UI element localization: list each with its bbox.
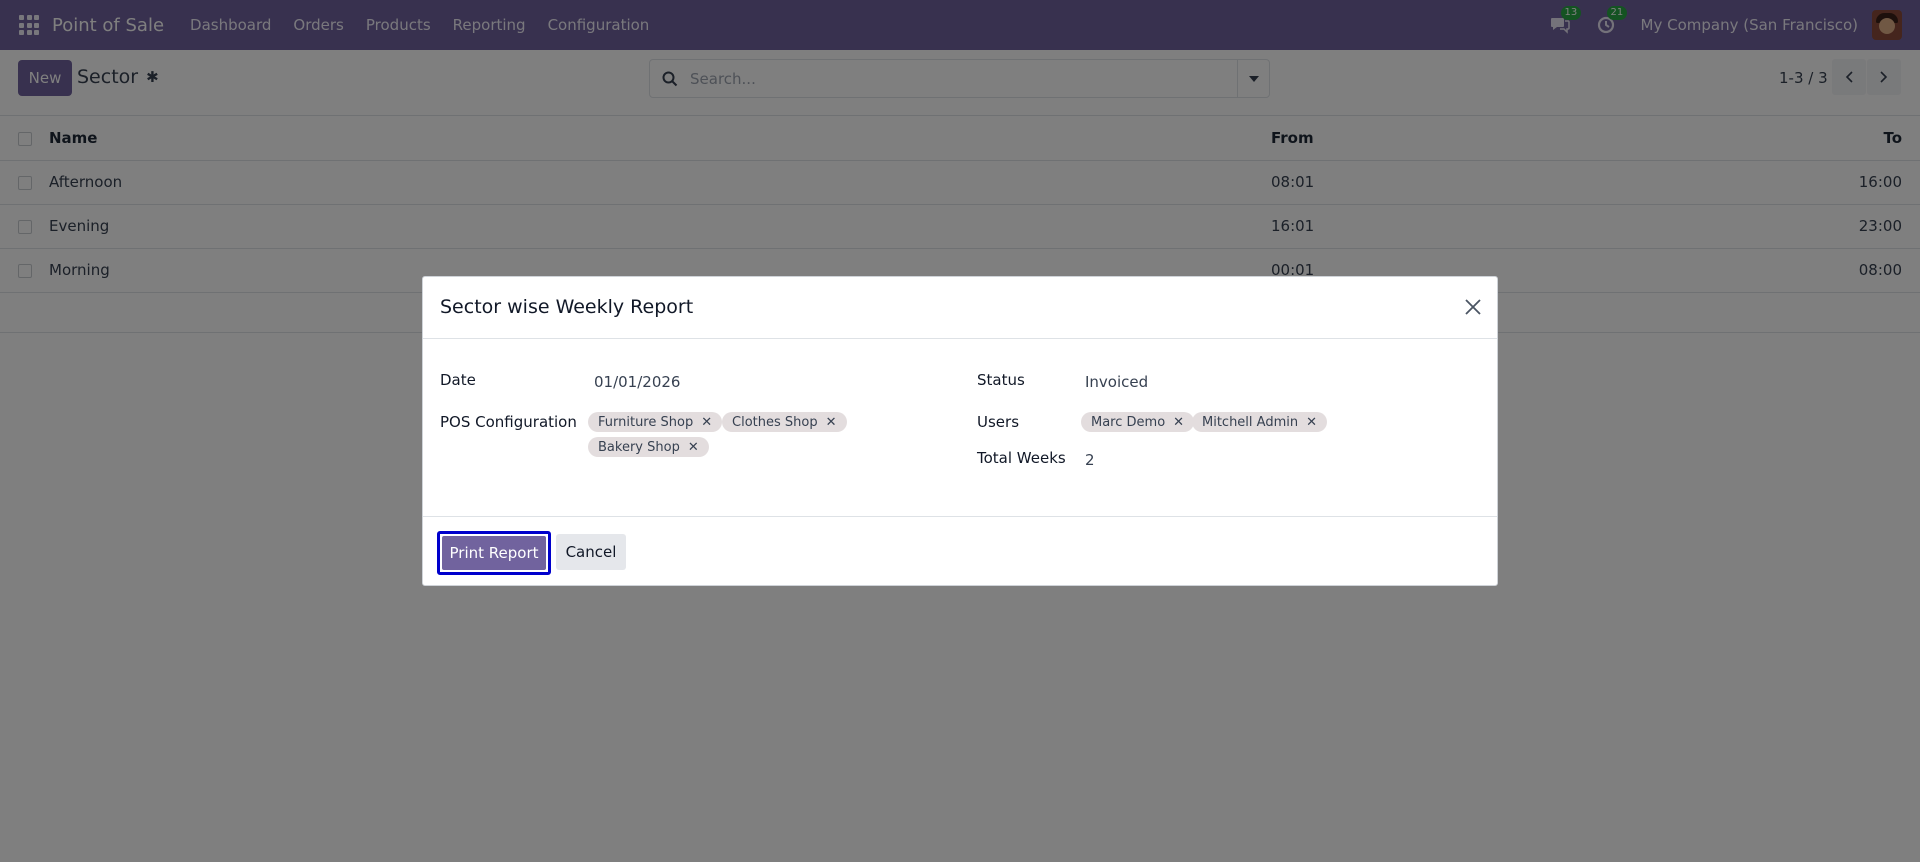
total-weeks-field[interactable]: 2 xyxy=(1085,451,1095,469)
tag-remove-icon[interactable]: ✕ xyxy=(826,415,837,430)
status-field[interactable]: Invoiced xyxy=(1085,373,1148,391)
users-label: Users xyxy=(977,413,1020,431)
close-icon[interactable] xyxy=(1463,297,1483,317)
tag-label: Clothes Shop xyxy=(732,414,818,430)
tag-remove-icon[interactable]: ✕ xyxy=(688,440,699,455)
tag-label: Furniture Shop xyxy=(598,414,694,430)
tag-mitchell-admin: Mitchell Admin ✕ xyxy=(1192,412,1328,432)
dialog-header: Sector wise Weekly Report xyxy=(423,277,1497,339)
tag-bakery-shop: Bakery Shop ✕ xyxy=(588,437,709,457)
cancel-button[interactable]: Cancel xyxy=(556,534,626,570)
dialog-footer: Print Report Cancel xyxy=(423,517,1497,585)
date-field[interactable]: 01/01/2026 xyxy=(594,373,680,391)
print-report-label: Print Report xyxy=(442,536,546,570)
tag-remove-icon[interactable]: ✕ xyxy=(1306,415,1317,430)
tag-marc-demo: Marc Demo ✕ xyxy=(1081,412,1195,432)
status-label: Status xyxy=(977,371,1025,389)
print-report-button[interactable]: Print Report xyxy=(437,531,551,575)
tag-furniture-shop: Furniture Shop ✕ xyxy=(588,412,723,432)
tag-label: Bakery Shop xyxy=(598,439,680,455)
report-dialog: Sector wise Weekly Report Date 01/01/202… xyxy=(422,276,1498,586)
dialog-title: Sector wise Weekly Report xyxy=(440,296,694,318)
tag-remove-icon[interactable]: ✕ xyxy=(1173,415,1184,430)
tag-clothes-shop: Clothes Shop ✕ xyxy=(722,412,847,432)
date-label: Date xyxy=(440,371,476,389)
dialog-body: Date 01/01/2026 POS Configuration Furnit… xyxy=(423,339,1497,517)
pos-configuration-label: POS Configuration xyxy=(440,413,577,431)
tag-remove-icon[interactable]: ✕ xyxy=(701,415,712,430)
tag-label: Mitchell Admin xyxy=(1202,414,1299,430)
total-weeks-label: Total Weeks xyxy=(977,449,1066,467)
tag-label: Marc Demo xyxy=(1091,414,1166,430)
